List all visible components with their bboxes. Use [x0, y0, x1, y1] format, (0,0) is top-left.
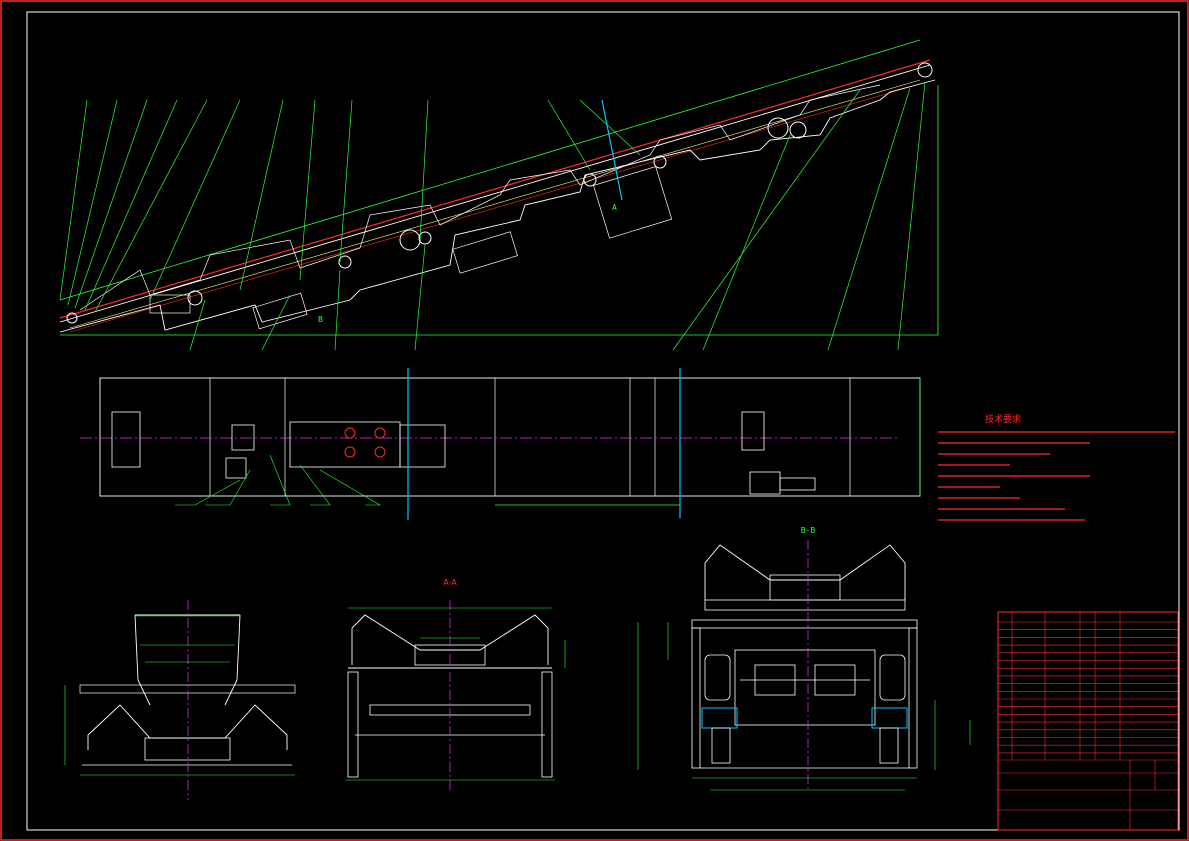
cad-drawing-sheet: A B 技术要求 A-A B-B [0, 0, 1189, 841]
section-b-label: B [318, 315, 323, 324]
section-bb-title: B-B [801, 526, 816, 535]
section-aa-view: A-A [345, 578, 566, 790]
left-section-view [64, 600, 296, 800]
section-aa-title: A-A [443, 578, 457, 587]
technical-notes: 技术要求 [938, 413, 1175, 521]
section-bb-view: B-B [637, 526, 971, 791]
plan-view [80, 368, 921, 520]
notes-heading: 技术要求 [985, 413, 1021, 425]
bill-of-materials-table [997, 611, 1179, 831]
section-a-label: A [612, 203, 617, 212]
elevation-view: A B [59, 39, 939, 351]
